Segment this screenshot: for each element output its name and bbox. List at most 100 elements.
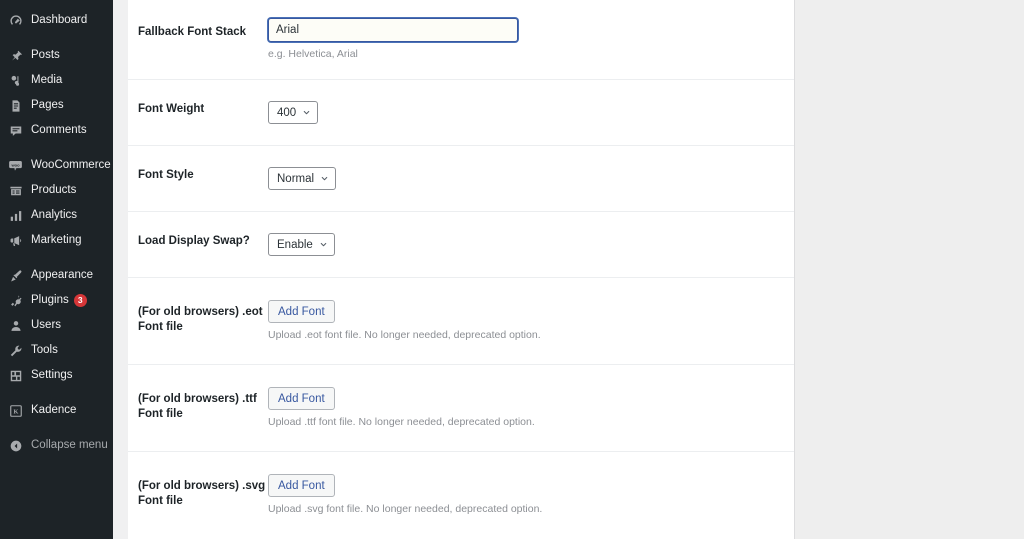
- page-background: [795, 0, 1024, 539]
- add-font-button[interactable]: Add Font: [268, 387, 335, 410]
- pin-icon: [7, 47, 24, 64]
- sidebar-item-analytics[interactable]: Analytics: [0, 203, 113, 228]
- admin-screen: Dashboard Posts Media Pages Comments woo WooCo…: [0, 0, 1024, 539]
- paintbrush-icon: [7, 267, 24, 284]
- collapse-arrow-icon: [7, 437, 24, 454]
- sidebar-group-separator: [0, 423, 113, 433]
- sidebar-group-separator: [0, 33, 113, 43]
- settings-icon: [7, 367, 24, 384]
- sidebar-item-posts[interactable]: Posts: [0, 43, 113, 68]
- page-icon: [7, 97, 24, 114]
- sidebar-item-label: Tools: [31, 344, 58, 357]
- sidebar-item-settings[interactable]: Settings: [0, 363, 113, 388]
- sidebar-item-label: Plugins: [31, 294, 69, 307]
- sidebar-item-label: Analytics: [31, 209, 78, 222]
- sidebar-item-users[interactable]: Users: [0, 313, 113, 338]
- comment-icon: [7, 122, 24, 139]
- form-row-label: Fallback Font Stack: [138, 26, 247, 38]
- form-row: (For old browsers) .ttf Font file Add Fon…: [128, 365, 794, 452]
- sidebar-item-pages[interactable]: Pages: [0, 93, 113, 118]
- sidebar-group-separator: [0, 143, 113, 153]
- kadence-icon: K: [7, 402, 24, 419]
- form-row-field: 400: [268, 101, 786, 124]
- field-help-text: Upload .svg font file. No longer needed,…: [268, 503, 543, 515]
- select-value: Normal: [277, 172, 315, 185]
- field-help-text: e.g. Helvetica, Arial: [268, 48, 358, 60]
- form-row-field: Add Font Upload .eot font file. No longer…: [268, 300, 786, 342]
- products-icon: [7, 182, 24, 199]
- users-icon: [7, 317, 24, 334]
- sidebar-item-label: Pages: [31, 99, 64, 112]
- form-row: Load Display Swap? Enable: [128, 212, 794, 278]
- form-row-field: Enable: [268, 233, 786, 256]
- sidebar-item-label: Posts: [31, 49, 60, 62]
- sidebar-item-dashboard[interactable]: Dashboard: [0, 8, 113, 33]
- sidebar-item-label: Dashboard: [31, 14, 88, 27]
- plug-icon: [7, 292, 24, 309]
- sidebar-item-woocommerce[interactable]: woo WooCommerce: [0, 153, 113, 178]
- form-row-label: Load Display Swap?: [138, 235, 250, 247]
- sidebar-item-label: WooCommerce: [31, 159, 111, 172]
- form-row: Fallback Font Stack e.g. Helvetica, Arial: [128, 0, 794, 80]
- form-row-label: (For old browsers) .eot Font file: [138, 306, 263, 333]
- select-font-style[interactable]: Normal: [268, 167, 337, 190]
- sidebar-item-label: Appearance: [31, 269, 94, 282]
- font-settings-form: Fallback Font Stack e.g. Helvetica, Arial…: [128, 0, 794, 538]
- field-help-text: Upload .ttf font file. No longer needed,…: [268, 416, 535, 428]
- chevron-down-icon: [319, 240, 328, 249]
- settings-panel: Fallback Font Stack e.g. Helvetica, Arial…: [128, 0, 795, 539]
- form-row: (For old browsers) .eot Font file Add Fon…: [128, 278, 794, 365]
- sidebar-item-label: Media: [31, 74, 63, 87]
- sidebar-item-marketing[interactable]: Marketing: [0, 228, 113, 253]
- form-row-field: Add Font Upload .svg font file. No longer…: [268, 474, 786, 516]
- sidebar-item-label: Users: [31, 319, 62, 332]
- sidebar-item-appearance[interactable]: Appearance: [0, 263, 113, 288]
- svg-text:K: K: [13, 408, 18, 415]
- form-row-label: Font Weight: [138, 103, 205, 115]
- sidebar-item-label: Settings: [31, 369, 73, 382]
- megaphone-icon: [7, 232, 24, 249]
- sidebar-item-label: Collapse menu: [31, 439, 108, 452]
- sidebar-group-separator: [0, 253, 113, 263]
- select-font-weight[interactable]: 400: [268, 101, 319, 124]
- sidebar-item-comments[interactable]: Comments: [0, 118, 113, 143]
- dashboard-icon: [7, 12, 24, 29]
- select-value: Enable: [277, 238, 313, 251]
- form-row-field: e.g. Helvetica, Arial: [268, 18, 786, 61]
- wrench-icon: [7, 342, 24, 359]
- sidebar-item-plugins[interactable]: Plugins 3: [0, 288, 113, 313]
- form-row-field: Normal: [268, 167, 786, 190]
- sidebar-item-tools[interactable]: Tools: [0, 338, 113, 363]
- woocommerce-icon: woo: [7, 157, 24, 174]
- sidebar-item-label: Products: [31, 184, 77, 197]
- add-font-button[interactable]: Add Font: [268, 300, 335, 323]
- form-row: (For old browsers) .svg Font file Add Fon…: [128, 452, 794, 538]
- form-row: Font Weight 400: [128, 80, 794, 146]
- form-row-label: Font Style: [138, 169, 194, 181]
- form-row-label: (For old browsers) .ttf Font file: [138, 393, 257, 420]
- select-value: 400: [277, 106, 297, 119]
- chevron-down-icon: [320, 174, 329, 183]
- svg-text:woo: woo: [10, 162, 20, 167]
- sidebar-item-label: Marketing: [31, 234, 82, 247]
- sidebar-group-separator: [0, 388, 113, 398]
- chevron-down-icon: [302, 108, 311, 117]
- form-row-label: (For old browsers) .svg Font file: [138, 480, 266, 507]
- sidebar-item-kadence[interactable]: K Kadence: [0, 398, 113, 423]
- sidebar-item-badge: 3: [73, 293, 87, 307]
- sidebar-item-label: Comments: [31, 124, 87, 137]
- sidebar-item-collapse-menu[interactable]: Collapse menu: [0, 433, 113, 458]
- sidebar-item-media[interactable]: Media: [0, 68, 113, 93]
- sidebar-item-products[interactable]: Products: [0, 178, 113, 203]
- analytics-icon: [7, 207, 24, 224]
- add-font-button[interactable]: Add Font: [268, 474, 335, 497]
- form-row: Font Style Normal: [128, 146, 794, 212]
- select-load-display-swap[interactable]: Enable: [268, 233, 335, 256]
- admin-sidebar: Dashboard Posts Media Pages Comments woo WooCo…: [0, 0, 113, 539]
- field-help-text: Upload .eot font file. No longer needed,…: [268, 329, 541, 341]
- fallback-font-stack-input[interactable]: [268, 18, 518, 42]
- sidebar-item-label: Kadence: [31, 404, 77, 417]
- sidebar-gutter: [113, 0, 128, 539]
- form-row-field: Add Font Upload .ttf font file. No longer…: [268, 387, 786, 429]
- media-icon: [7, 72, 24, 89]
